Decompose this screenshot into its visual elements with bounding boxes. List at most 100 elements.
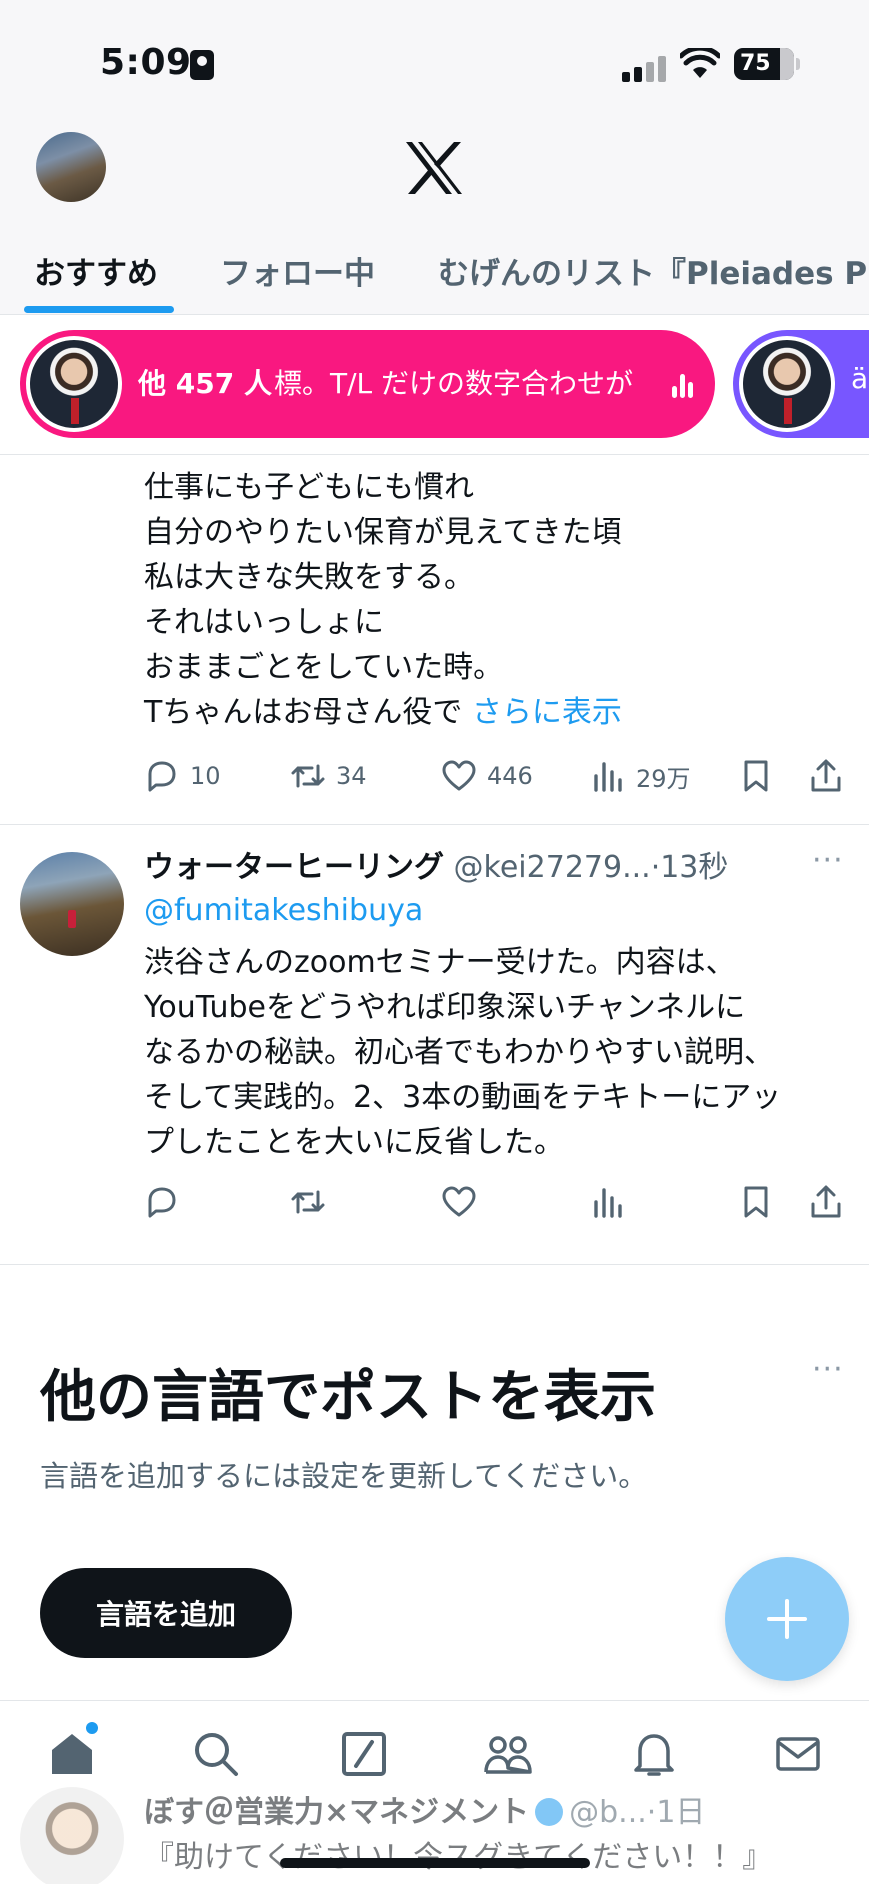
tab-following[interactable]: フォロー中: [220, 248, 375, 293]
tweet2-time: ·13秒: [650, 850, 729, 885]
tweet2-line: 渋谷さんのzoomセミナー受けた。内容は、: [144, 945, 736, 980]
reply-count: 10: [190, 762, 221, 790]
tweet2-avatar[interactable]: [20, 852, 124, 956]
repost-icon: [291, 764, 325, 788]
tweet2-header: ウォーターヒーリング @kei27279...·13秒: [144, 842, 728, 886]
views-button[interactable]: 29万: [590, 751, 691, 801]
tweet2-author-name[interactable]: ウォーターヒーリング: [144, 850, 444, 885]
tweet3-header: ぼす＠営業力×マネジメント @b...·1日: [144, 1787, 705, 1831]
reply-button[interactable]: 10: [144, 751, 221, 801]
plus-icon: [767, 1599, 807, 1639]
share-icon: [811, 1185, 841, 1218]
nav-grok[interactable]: [338, 1728, 394, 1784]
tweet2-line: YouTubeをどうやれば印象深いチャンネルに: [144, 990, 746, 1025]
x-logo-icon[interactable]: [404, 140, 464, 196]
status-time: 5:09: [100, 42, 192, 83]
space-listener-count: 他 457 人: [138, 367, 272, 400]
repost-button[interactable]: 34: [290, 751, 367, 801]
tweet-divider: [0, 1264, 869, 1265]
repost-button[interactable]: [290, 1177, 326, 1227]
tweet2-line: そして実践的。2、3本の動画をテキトーにアッ: [144, 1080, 782, 1115]
share-button[interactable]: [808, 1177, 844, 1227]
compose-post-button[interactable]: [725, 1557, 849, 1681]
nav-communities[interactable]: [482, 1728, 538, 1784]
language-prompt-more-icon[interactable]: ···: [812, 1352, 844, 1387]
top-header: おすすめ フォロー中 むげんのリスト『Pleiades P: [0, 120, 869, 315]
tweet1-line: Tちゃんはお母さん役で: [144, 695, 463, 730]
heart-icon: [442, 1186, 476, 1217]
show-more-link[interactable]: さらに表示: [472, 695, 622, 730]
nav-search[interactable]: [190, 1728, 246, 1784]
bottom-nav-divider: [0, 1700, 869, 1701]
tweet1-last-line: Tちゃんはお母さん役で さらに表示: [144, 690, 622, 735]
like-button[interactable]: [441, 1177, 477, 1227]
views-button[interactable]: [590, 1177, 626, 1227]
verified-badge-icon: [535, 1798, 564, 1826]
space-title-snippet: 標。T/L だけの数字合わせが: [274, 367, 634, 400]
tweet3-avatar[interactable]: [20, 1787, 124, 1884]
views-chart-icon: [594, 1188, 622, 1218]
tab-for-you[interactable]: おすすめ: [34, 248, 158, 293]
spaces-divider: [0, 454, 869, 455]
nav-messages[interactable]: [772, 1728, 828, 1784]
tweet1-line: 自分のやりたい保育が見えてきた頃: [144, 515, 622, 550]
tweet2-more-icon[interactable]: ···: [812, 843, 844, 878]
like-button[interactable]: 446: [441, 751, 533, 801]
live-space-pill-2[interactable]: ä: [733, 330, 869, 438]
home-unread-dot: [86, 1722, 98, 1734]
grok-icon: [342, 1732, 386, 1776]
timeline-tabs: おすすめ フォロー中 むげんのリスト『Pleiades P: [0, 238, 869, 315]
home-indicator[interactable]: [280, 1858, 590, 1868]
tweet1-line: 私は大きな失敗をする。: [144, 560, 474, 595]
spaces-bar: 他 457 人 標。T/L だけの数字合わせが ä: [0, 316, 869, 454]
heart-icon: [442, 760, 476, 791]
space-host-avatar-2: [739, 336, 835, 432]
tweet3-handle[interactable]: @b...: [569, 1795, 647, 1830]
communities-icon: [484, 1736, 532, 1774]
repost-count: 34: [336, 762, 367, 790]
space-host-avatar: [26, 336, 122, 432]
share-icon: [811, 759, 841, 792]
tweet2-handle[interactable]: @kei27279...: [454, 850, 651, 885]
bookmark-button[interactable]: [738, 751, 774, 801]
live-space-pill[interactable]: 他 457 人 標。T/L だけの数字合わせが: [20, 330, 715, 438]
status-bar: 5:09 75: [0, 0, 869, 120]
home-icon: [52, 1734, 92, 1774]
nav-notifications[interactable]: [628, 1728, 684, 1784]
tweet2-line: プしたことを大いに反省した。: [144, 1125, 564, 1160]
tweet2-line: なるかの秘訣。初心者でもわかりやすい説明、: [144, 1035, 774, 1070]
bookmark-button[interactable]: [738, 1177, 774, 1227]
bottom-navigation: [0, 1722, 869, 1792]
battery-level: 75: [740, 51, 771, 76]
repost-icon: [291, 1190, 325, 1214]
reply-button[interactable]: [144, 1177, 180, 1227]
battery-icon: 75: [734, 48, 794, 80]
views-chart-icon: [594, 762, 622, 792]
like-count: 446: [487, 762, 533, 790]
active-tab-indicator: [24, 306, 174, 313]
tweet1-actions: 10 34 446 29万: [0, 751, 869, 801]
wifi-icon: [680, 48, 720, 78]
tweet2-mention[interactable]: @fumitakeshibuya: [144, 893, 423, 928]
battery-tip: [796, 58, 800, 70]
tweet1-line: おままごとをしていた時。: [144, 650, 504, 685]
view-count: 29万: [636, 764, 691, 793]
reply-icon: [148, 761, 176, 792]
reply-icon: [148, 1187, 176, 1218]
mail-icon: [776, 1737, 820, 1771]
audio-wave-icon: [672, 372, 700, 398]
tweet-divider: [0, 824, 869, 825]
language-prompt-title: 他の言語でポストを表示: [40, 1365, 656, 1430]
space-2-snippet: ä: [851, 362, 869, 395]
bookmark-icon: [744, 760, 768, 792]
share-button[interactable]: [808, 751, 844, 801]
tab-list[interactable]: むげんのリスト『Pleiades P: [438, 248, 867, 293]
tweet3-time: ·1日: [646, 1795, 706, 1830]
tweet3-author-name[interactable]: ぼす＠営業力×マネジメント: [144, 1795, 529, 1830]
cellular-signal-icon: [622, 54, 668, 82]
search-icon: [195, 1733, 238, 1776]
profile-avatar[interactable]: [36, 132, 106, 202]
nav-home[interactable]: [46, 1728, 102, 1784]
bell-icon: [634, 1734, 674, 1776]
add-language-button[interactable]: 言語を追加: [40, 1568, 292, 1658]
